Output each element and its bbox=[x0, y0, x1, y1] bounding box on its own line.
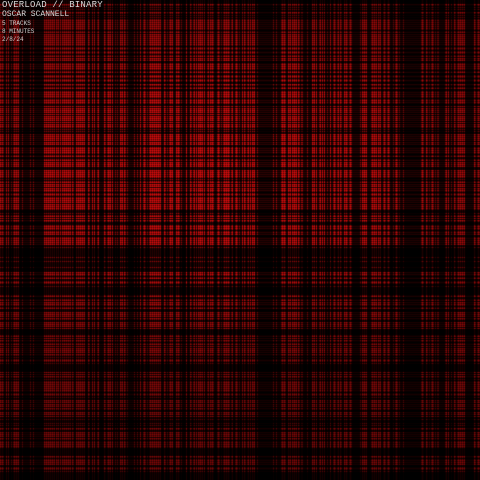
red-black-grid-pattern bbox=[0, 0, 480, 480]
album-cover-artwork: OVERLOAD // BINARY OSCAR SCANNELL 5 TRAC… bbox=[0, 0, 480, 480]
